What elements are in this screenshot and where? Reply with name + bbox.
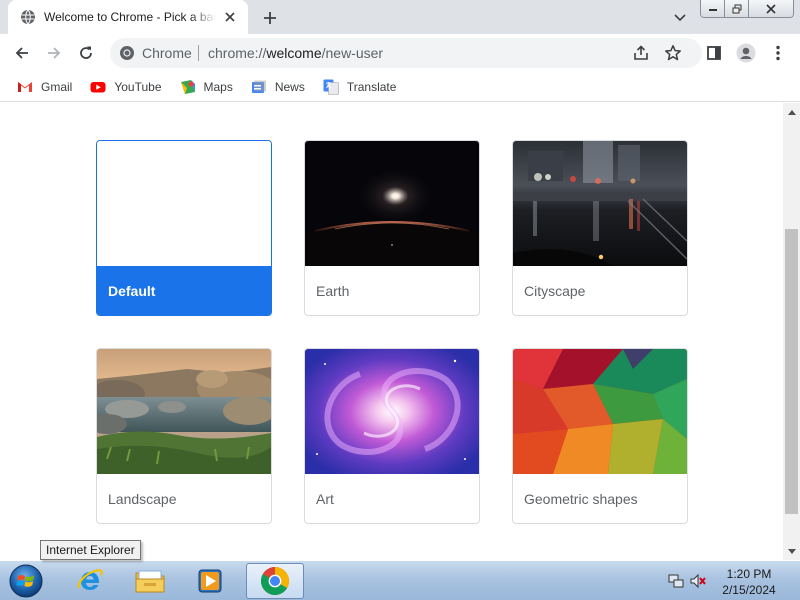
arrow-right-icon: [48, 47, 61, 59]
background-option-default[interactable]: Default: [96, 140, 272, 316]
media-player-icon: [198, 569, 222, 593]
new-tab-button[interactable]: [258, 6, 282, 30]
restore-button[interactable]: [725, 0, 749, 17]
plus-icon: [264, 12, 276, 24]
background-label: Art: [316, 490, 334, 507]
background-thumbnail-earth: [305, 141, 479, 266]
windows-taskbar: 1:20 PM 2/15/2024: [0, 560, 800, 600]
clock-time: 1:20 PM: [726, 567, 772, 581]
internet-explorer-icon: [77, 569, 103, 590]
bookmark-star-icon[interactable]: [664, 44, 682, 62]
tab-strip: Welcome to Chrome - Pick a background: [0, 0, 800, 34]
minimize-icon: [708, 8, 717, 11]
background-label: Earth: [316, 282, 350, 299]
browser-toolbar: Chrome chrome://welcome/new-user: [0, 34, 800, 72]
background-thumbnail-cityscape: [513, 141, 687, 266]
more-vert-icon: [776, 45, 780, 61]
bookmark-label: Gmail: [41, 79, 73, 94]
background-thumbnail-art: [305, 349, 479, 474]
globe-icon: [21, 9, 35, 25]
url-text: chrome://welcome/new-user: [208, 45, 383, 61]
bookmark-label: Maps: [203, 79, 233, 94]
tab-title: Welcome to Chrome - Pick a background: [44, 10, 216, 24]
chrome-icon: [120, 46, 134, 60]
triangle-up-icon: [787, 109, 796, 115]
youtube-icon: [90, 81, 106, 92]
avatar-icon: [736, 43, 756, 63]
close-icon: [766, 3, 776, 14]
reload-button[interactable]: [72, 39, 100, 67]
url-host: welcome: [266, 45, 322, 61]
tab-search-button[interactable]: [670, 8, 690, 28]
clock-date: 2/15/2024: [722, 583, 776, 597]
background-thumbnail-geometric-shapes: [513, 349, 687, 474]
background-label: Default: [97, 266, 271, 315]
chrome-icon: [261, 567, 289, 595]
forward-button[interactable]: [40, 39, 68, 67]
minimize-button[interactable]: [701, 0, 725, 17]
side-panel-button[interactable]: [700, 39, 728, 67]
background-option-earth[interactable]: Earth: [304, 140, 480, 316]
file-explorer-icon: [135, 570, 165, 593]
taskbar-file-explorer[interactable]: [122, 563, 178, 599]
taskbar-tooltip: Internet Explorer: [40, 540, 141, 560]
maps-icon: [180, 79, 195, 94]
bookmark-label: YouTube: [114, 79, 162, 94]
bookmark-news[interactable]: News: [247, 75, 309, 99]
start-button[interactable]: [4, 562, 48, 600]
background-label: Landscape: [108, 490, 177, 507]
scroll-down-button[interactable]: [783, 543, 800, 560]
omnibox-separator: [198, 45, 199, 61]
background-thumbnail-landscape: [97, 349, 271, 474]
background-thumbnail-default: [97, 141, 271, 266]
bookmark-label: Translate: [346, 79, 397, 94]
bookmark-gmail[interactable]: Gmail: [13, 75, 76, 99]
profile-button[interactable]: [732, 39, 760, 67]
taskbar-chrome[interactable]: [246, 563, 304, 599]
translate-icon: [323, 79, 339, 95]
share-icon[interactable]: [632, 44, 650, 62]
url-scheme: chrome://: [208, 45, 267, 61]
scrollbar-thumb[interactable]: [785, 229, 798, 514]
window-controls: [700, 0, 794, 18]
restore-icon: [732, 4, 741, 13]
background-label: Cityscape: [524, 282, 586, 299]
background-label: Geometric shapes: [524, 490, 638, 507]
bookmark-translate[interactable]: Translate: [319, 75, 401, 99]
close-window-button[interactable]: [749, 0, 793, 17]
background-option-art[interactable]: Art: [304, 348, 480, 524]
system-clock[interactable]: 1:20 PM 2/15/2024: [712, 566, 786, 598]
url-path: /new-user: [321, 45, 384, 61]
background-option-landscape[interactable]: Landscape: [96, 348, 272, 524]
start-orb-icon: [9, 564, 43, 598]
bookmark-maps[interactable]: Maps: [176, 75, 237, 99]
page-scrollbar[interactable]: [783, 103, 800, 560]
tab-welcome[interactable]: Welcome to Chrome - Pick a background: [8, 0, 248, 34]
triangle-down-icon: [787, 548, 796, 554]
chevron-down-icon: [674, 14, 686, 22]
network-icon[interactable]: [668, 573, 684, 589]
address-bar[interactable]: Chrome chrome://welcome/new-user: [110, 38, 702, 68]
news-icon: [251, 80, 266, 93]
volume-muted-icon[interactable]: [690, 573, 706, 589]
taskbar-media-player[interactable]: [182, 563, 238, 599]
welcome-page: Default Earth Cityscape Landscape Art Ge…: [0, 103, 783, 560]
close-tab-icon[interactable]: [222, 9, 238, 25]
background-option-geometric-shapes[interactable]: Geometric shapes: [512, 348, 688, 524]
omnibox-chip: Chrome: [142, 45, 192, 61]
background-option-cityscape[interactable]: Cityscape: [512, 140, 688, 316]
menu-button[interactable]: [764, 39, 792, 67]
scroll-up-button[interactable]: [783, 103, 800, 120]
taskbar-internet-explorer[interactable]: [62, 563, 118, 599]
bookmark-youtube[interactable]: YouTube: [86, 75, 165, 99]
reload-icon: [80, 46, 92, 59]
gmail-icon: [18, 81, 32, 92]
side-panel-icon: [707, 46, 721, 60]
arrow-left-icon: [15, 47, 28, 59]
bookmark-label: News: [274, 79, 305, 94]
back-button[interactable]: [8, 39, 36, 67]
bookmarks-bar: Gmail YouTube Maps News Translate: [0, 72, 800, 102]
